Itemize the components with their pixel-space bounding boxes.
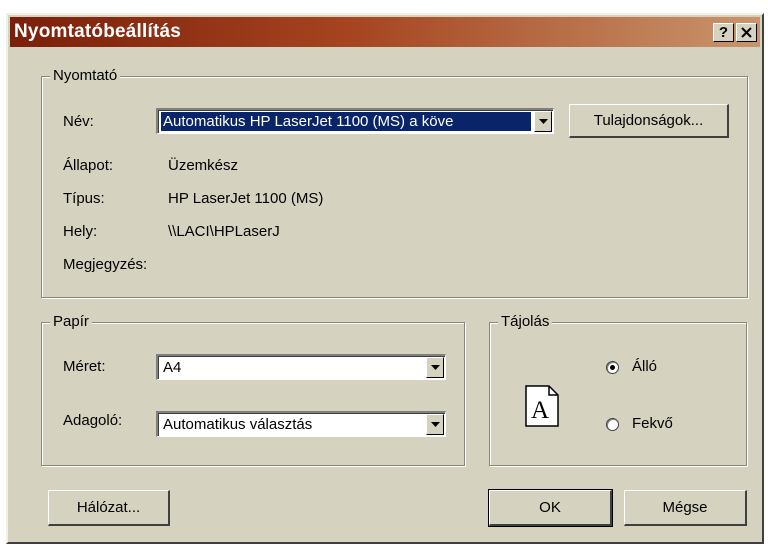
printer-group-label: Nyomtató	[50, 67, 121, 84]
network-button[interactable]: Hálózat...	[48, 490, 170, 526]
type-value: HP LaserJet 1100 (MS)	[168, 190, 324, 207]
portrait-radio-dot	[610, 365, 615, 370]
portrait-label[interactable]: Álló	[632, 358, 657, 375]
paper-source-label: Adagoló:	[63, 412, 123, 429]
comment-label: Megjegyzés:	[63, 256, 148, 273]
ok-button[interactable]: OK	[488, 489, 613, 527]
paper-size-value: A4	[163, 359, 182, 376]
paper-source-combo[interactable]: Automatikus választás	[156, 411, 446, 437]
paper-group-label: Papír	[50, 313, 92, 330]
title-bar[interactable]: Nyomtatóbeállítás ?	[10, 17, 760, 47]
location-label: Hely:	[63, 223, 98, 240]
type-label: Típus:	[63, 190, 105, 207]
chevron-down-icon	[538, 119, 548, 124]
orientation-group-label: Tájolás	[498, 313, 553, 330]
paper-group: Papír	[41, 313, 465, 466]
print-setup-dialog: Nyomtatóbeállítás ? Nyomtató Név: Automa…	[6, 13, 764, 544]
chevron-down-icon	[430, 422, 440, 427]
landscape-radio[interactable]	[606, 418, 619, 431]
status-value: Üzemkész	[168, 157, 239, 174]
printer-name-dropdown-button[interactable]	[534, 111, 552, 132]
printer-name-value: Automatikus HP LaserJet 1100 (MS) a köve	[161, 112, 531, 131]
close-button[interactable]	[736, 23, 757, 42]
window-title: Nyomtatóbeállítás	[14, 21, 182, 42]
paper-size-dropdown-button[interactable]	[426, 357, 444, 378]
help-button[interactable]: ?	[713, 23, 734, 42]
portrait-radio[interactable]	[606, 361, 619, 374]
paper-size-combo[interactable]: A4	[156, 354, 446, 380]
cancel-button[interactable]: Mégse	[624, 490, 747, 526]
location-value: \\LACI\HPLaserJ	[168, 223, 280, 240]
page-icon-letter: A	[531, 397, 549, 424]
printer-name-combo[interactable]: Automatikus HP LaserJet 1100 (MS) a köve	[156, 108, 554, 134]
printer-name-label: Név:	[63, 113, 94, 130]
portrait-page-icon: A	[525, 385, 559, 427]
paper-source-dropdown-button[interactable]	[426, 414, 444, 435]
landscape-label[interactable]: Fekvő	[632, 415, 673, 432]
close-icon	[741, 27, 752, 38]
chevron-down-icon	[430, 365, 440, 370]
status-label: Állapot:	[63, 157, 114, 174]
paper-size-label: Méret:	[63, 358, 106, 375]
properties-button[interactable]: Tulajdonságok...	[569, 104, 729, 138]
paper-source-value: Automatikus választás	[163, 416, 313, 433]
